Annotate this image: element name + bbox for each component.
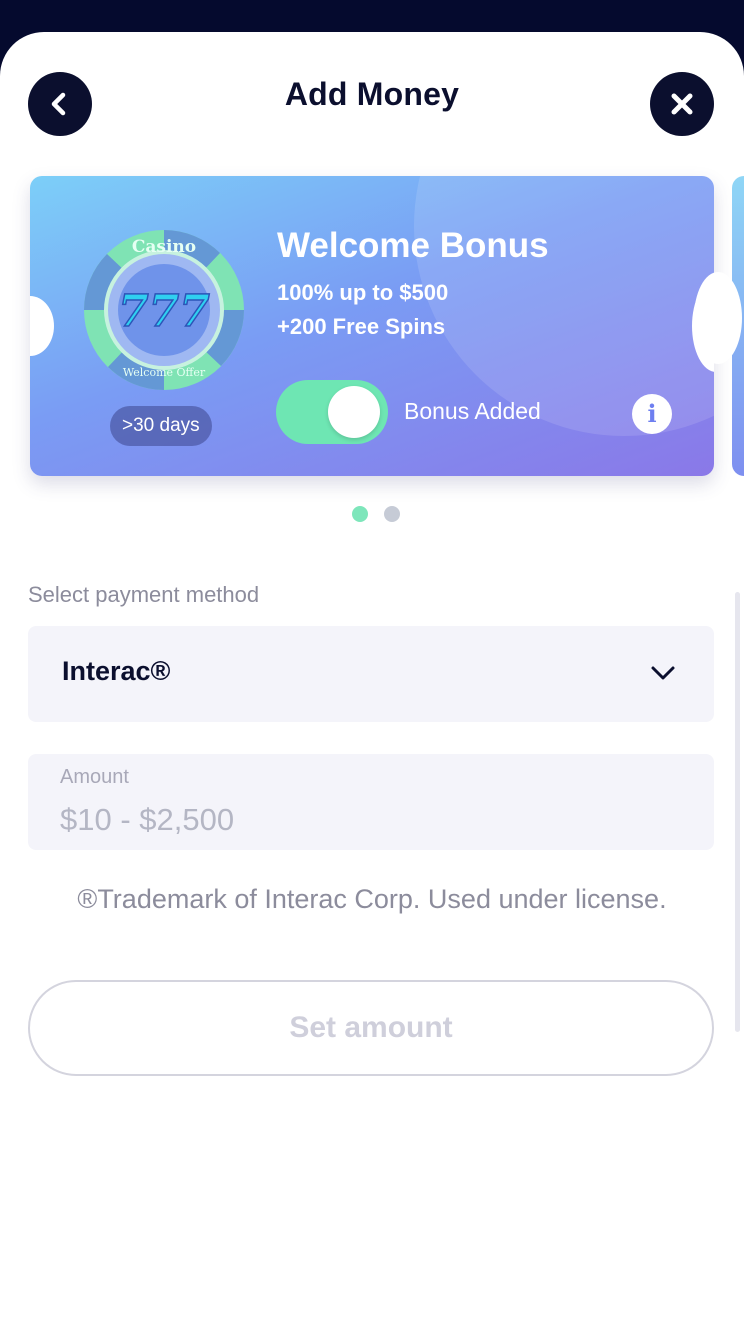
bonus-toggle-label: Bonus Added xyxy=(404,398,541,424)
toggle-knob xyxy=(328,386,380,438)
validity-badge: >30 days xyxy=(110,406,212,446)
payment-method-label: Select payment method xyxy=(28,582,260,607)
set-amount-button[interactable]: Set amount xyxy=(28,980,714,1076)
info-icon[interactable]: i xyxy=(632,394,672,434)
bonus-title: Welcome Bonus xyxy=(277,226,549,265)
add-money-sheet: Add Money Casino 777 Welcome Offer >30 d… xyxy=(0,32,744,1334)
card-glow xyxy=(414,176,714,436)
page-title: Add Money xyxy=(284,76,460,112)
chevron-down-icon xyxy=(651,666,675,680)
bonus-offer-line-1: 100% up to $500 xyxy=(277,280,449,305)
chip-center-text: 777 xyxy=(118,286,210,337)
amount-input[interactable] xyxy=(60,800,660,840)
bonus-toggle[interactable] xyxy=(276,380,388,444)
close-button[interactable] xyxy=(650,72,714,136)
payment-method-value: Interac® xyxy=(62,656,171,686)
carousel-dot-2[interactable] xyxy=(384,506,400,522)
payment-method-select[interactable]: Interac® xyxy=(28,626,714,722)
carousel-dot-1[interactable] xyxy=(352,506,368,522)
welcome-bonus-card[interactable]: Casino 777 Welcome Offer >30 days Welcom… xyxy=(30,176,714,476)
trademark-note: ®Trademark of Interac Corp. Used under l… xyxy=(77,884,667,914)
casino-chip-icon: Casino 777 Welcome Offer xyxy=(84,230,244,390)
scrollbar[interactable] xyxy=(735,592,740,1032)
amount-label: Amount xyxy=(60,766,129,788)
bonus-offer-line-2: +200 Free Spins xyxy=(277,314,446,339)
close-icon xyxy=(671,93,693,115)
chip-top-text: Casino xyxy=(132,237,196,257)
chip-bottom-text: Welcome Offer xyxy=(123,366,206,379)
carousel-pagination xyxy=(352,506,400,522)
card-notch xyxy=(694,272,742,364)
amount-field[interactable]: Amount xyxy=(28,754,714,850)
